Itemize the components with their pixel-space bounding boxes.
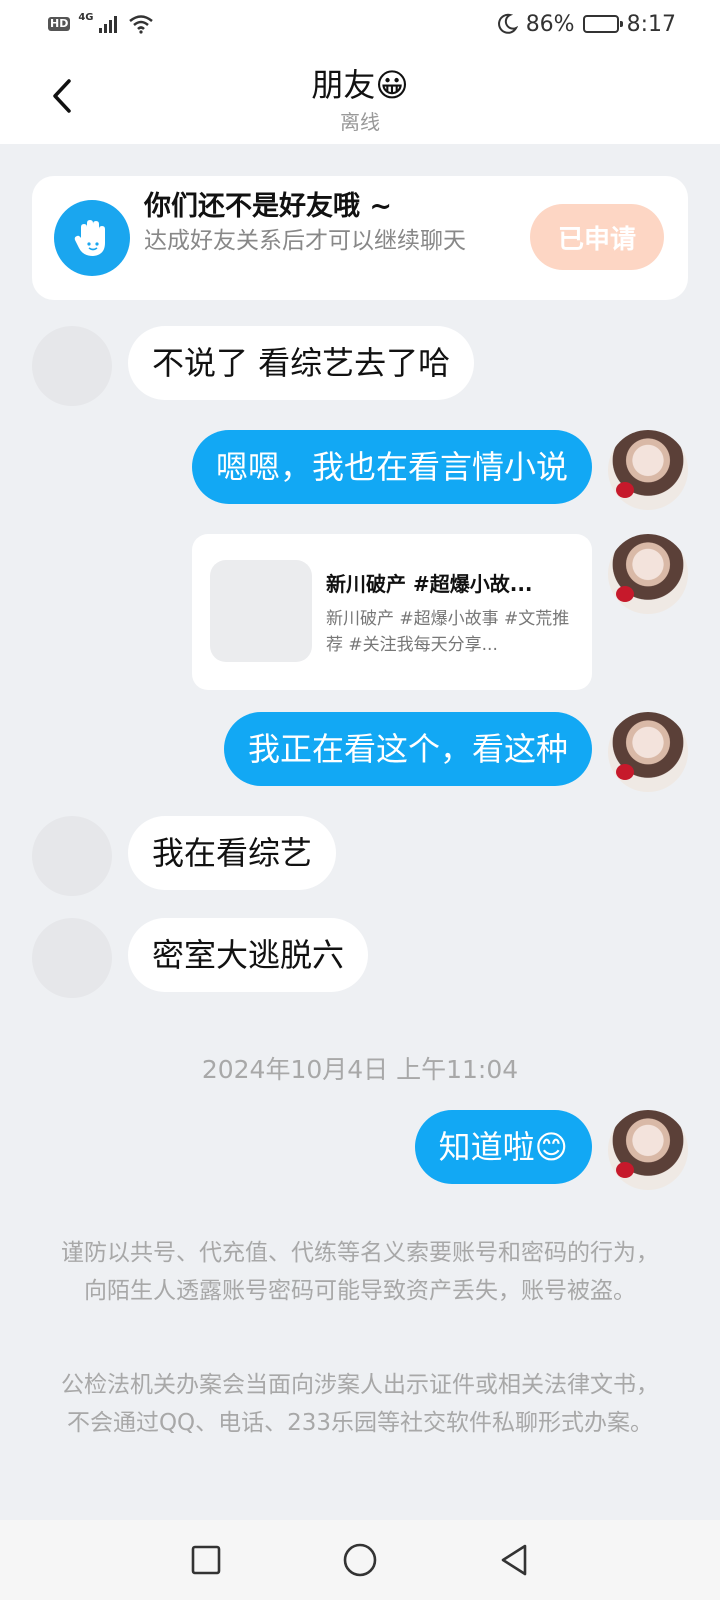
contact-avatar[interactable] (32, 326, 112, 406)
waving-hand-icon (54, 200, 130, 276)
shared-content-card[interactable]: 新川破产 #超爆小故... 新川破产 #超爆小故事 #文荒推荐 #关注我每天分享… (192, 534, 592, 690)
triangle-back-icon (501, 1544, 527, 1576)
contact-avatar[interactable] (32, 918, 112, 998)
message-timestamp: 2024年10月4日 上午11:04 (201, 1055, 519, 1084)
applied-button[interactable]: 已申请 (530, 204, 664, 270)
chat-header: 朋友😀 离线 (0, 48, 720, 144)
message-bubble-outgoing[interactable]: 我正在看这个，看这种 (223, 712, 592, 786)
friend-request-notice: 你们还不是好友哦 ~ 达成好友关系后才可以继续聊天 已申请 (32, 176, 688, 300)
message-bubble-incoming[interactable]: 密室大逃脱六 (128, 918, 369, 992)
my-avatar[interactable] (608, 1110, 688, 1190)
online-status: 离线 (340, 110, 380, 134)
my-avatar[interactable] (608, 430, 688, 510)
battery-icon (582, 15, 623, 33)
security-warning: 谨防以共号、代充值、代练等名义索要账号和密码的行为，向陌生人透露账号密码可能导致… (61, 1240, 659, 1304)
status-left: HD 4G (48, 11, 154, 34)
message-bubble-incoming[interactable]: 不说了 看综艺去了哈 (128, 326, 475, 400)
share-thumbnail (210, 560, 312, 662)
status-right: 86% 8:17 (496, 12, 676, 37)
contact-avatar[interactable] (32, 816, 112, 896)
hd-badge: HD (48, 17, 71, 31)
network-type: 4G (78, 11, 94, 23)
notice-description: 达成好友关系后才可以继续聊天 (144, 228, 466, 254)
security-warning: 公检法机关办案会当面向涉案人出示证件或相关法律文书，不会通过QQ、电话、233乐… (61, 1372, 659, 1436)
system-nav-bar (0, 1520, 720, 1600)
share-title: 新川破产 #超爆小故... (326, 572, 533, 596)
moon-icon (497, 13, 518, 34)
circle-icon (343, 1543, 377, 1577)
status-bar: HD 4G 86% 8:17 (0, 0, 720, 48)
share-description: 新川破产 #超爆小故事 #文荒推荐 #关注我每天分享... (326, 609, 570, 655)
message-bubble-outgoing[interactable]: 嗯嗯，我也在看言情小说 (191, 430, 592, 504)
chat-title: 朋友😀 (311, 66, 409, 104)
my-avatar[interactable] (608, 534, 688, 614)
square-icon (191, 1545, 221, 1575)
message-bubble-outgoing[interactable]: 知道啦😊 (414, 1110, 592, 1184)
recents-button[interactable] (186, 1540, 226, 1580)
home-button[interactable] (340, 1540, 380, 1580)
signal-icon (98, 16, 117, 33)
clock: 8:17 (626, 11, 676, 37)
message-bubble-incoming[interactable]: 我在看综艺 (128, 816, 337, 890)
back-nav-button[interactable] (494, 1540, 534, 1580)
battery-percent: 86% (525, 11, 575, 37)
notice-title: 你们还不是好友哦 ~ (144, 191, 393, 222)
wifi-icon (128, 15, 153, 34)
my-avatar[interactable] (608, 712, 688, 792)
